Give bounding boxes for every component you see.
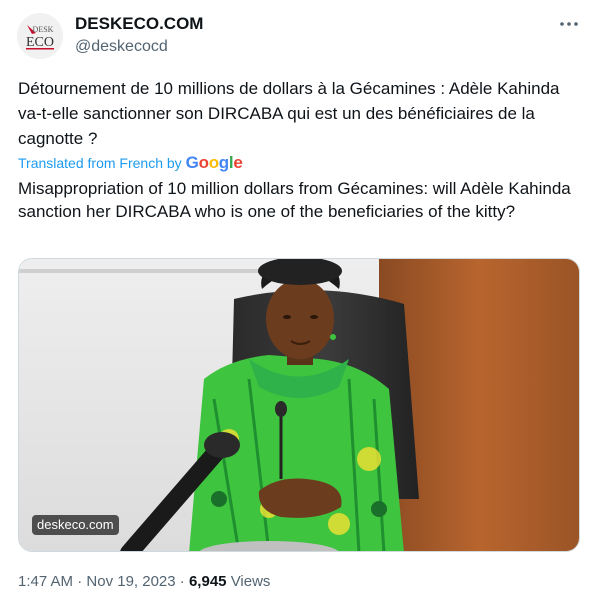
tweet-text-original: Détournement de 10 millions de dollars à… bbox=[18, 79, 560, 148]
author-block: DESKECO.COM @deskecocd bbox=[75, 14, 203, 57]
svg-text:DESK: DESK bbox=[33, 25, 54, 34]
svg-text:ECO: ECO bbox=[26, 35, 54, 50]
photo-woman-speaking bbox=[19, 259, 579, 551]
deskeco-logo: DESK ECO bbox=[17, 13, 63, 59]
avatar[interactable]: DESK ECO bbox=[17, 13, 63, 59]
tweet-time[interactable]: 1:47 AM bbox=[18, 573, 73, 590]
photo-watermark: deskeco.com bbox=[32, 515, 119, 535]
views-count[interactable]: 6,945 bbox=[189, 573, 227, 590]
more-horizontal-icon[interactable] bbox=[558, 14, 580, 34]
handle[interactable]: @deskecocd bbox=[75, 37, 203, 57]
meta-separator: · bbox=[77, 573, 83, 590]
translated-label: Translated from French by bbox=[18, 155, 182, 171]
tweet-photo[interactable]: deskeco.com bbox=[18, 258, 580, 552]
tweet: DESK ECO DESKECO.COM @deskecocd Détourne… bbox=[0, 0, 598, 610]
translation-attribution[interactable]: Translated from French by Google bbox=[18, 153, 243, 172]
meta-separator-2: · bbox=[179, 573, 185, 590]
google-logo: Google bbox=[185, 153, 243, 172]
tweet-text-translated: Misappropriation of 10 million dollars f… bbox=[18, 179, 571, 221]
tweet-meta: 1:47 AM · Nov 19, 2023 · 6,945 Views bbox=[18, 572, 270, 592]
tweet-date[interactable]: Nov 19, 2023 bbox=[86, 573, 175, 590]
views-label: Views bbox=[230, 573, 271, 590]
display-name[interactable]: DESKECO.COM bbox=[75, 14, 203, 34]
